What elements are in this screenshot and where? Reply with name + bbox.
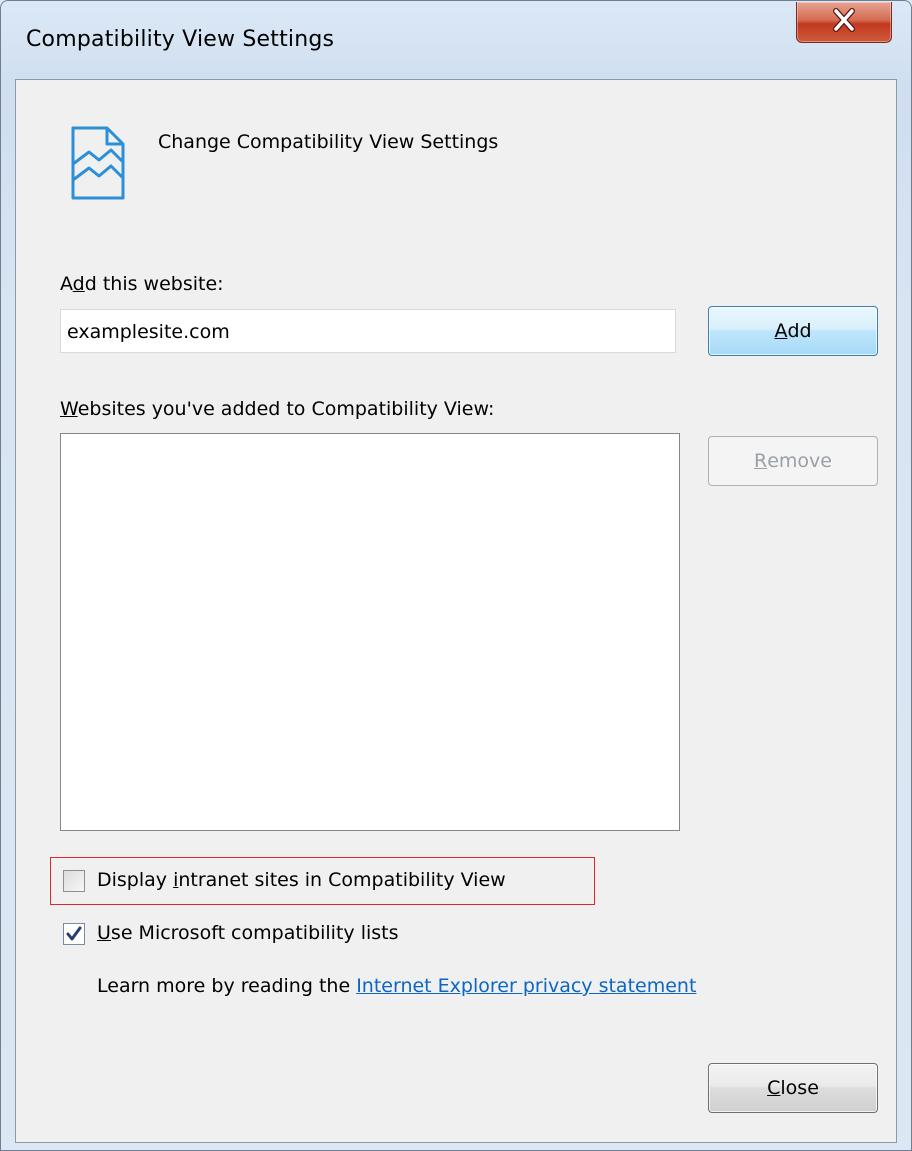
close-button[interactable]: Close xyxy=(708,1063,878,1113)
ms-lists-checkbox[interactable] xyxy=(63,923,85,945)
compatibility-view-icon xyxy=(69,124,127,202)
remove-button[interactable]: Remove xyxy=(708,436,878,486)
intranet-label[interactable]: Display intranet sites in Compatibility … xyxy=(97,869,506,891)
add-site-label: Add this website: xyxy=(60,273,224,295)
add-button[interactable]: Add xyxy=(708,306,878,356)
window-title: Compatibility View Settings xyxy=(26,27,335,52)
learn-more-text: Learn more by reading the Internet Explo… xyxy=(97,975,697,997)
website-input[interactable]: examplesite.com xyxy=(60,309,676,353)
window-close-button[interactable] xyxy=(796,2,892,43)
dialog-window: Compatibility View Settings Change Compa… xyxy=(0,0,912,1151)
intranet-checkbox[interactable] xyxy=(63,870,85,892)
website-list[interactable] xyxy=(60,433,680,831)
site-list-label: Websites you've added to Compatibility V… xyxy=(60,398,495,420)
privacy-statement-link[interactable]: Internet Explorer privacy statement xyxy=(356,975,696,997)
header-title: Change Compatibility View Settings xyxy=(158,131,499,153)
ms-lists-label[interactable]: Use Microsoft compatibility lists xyxy=(97,922,399,944)
close-icon xyxy=(829,7,859,37)
dialog-content: Change Compatibility View Settings Add t… xyxy=(15,79,897,1143)
